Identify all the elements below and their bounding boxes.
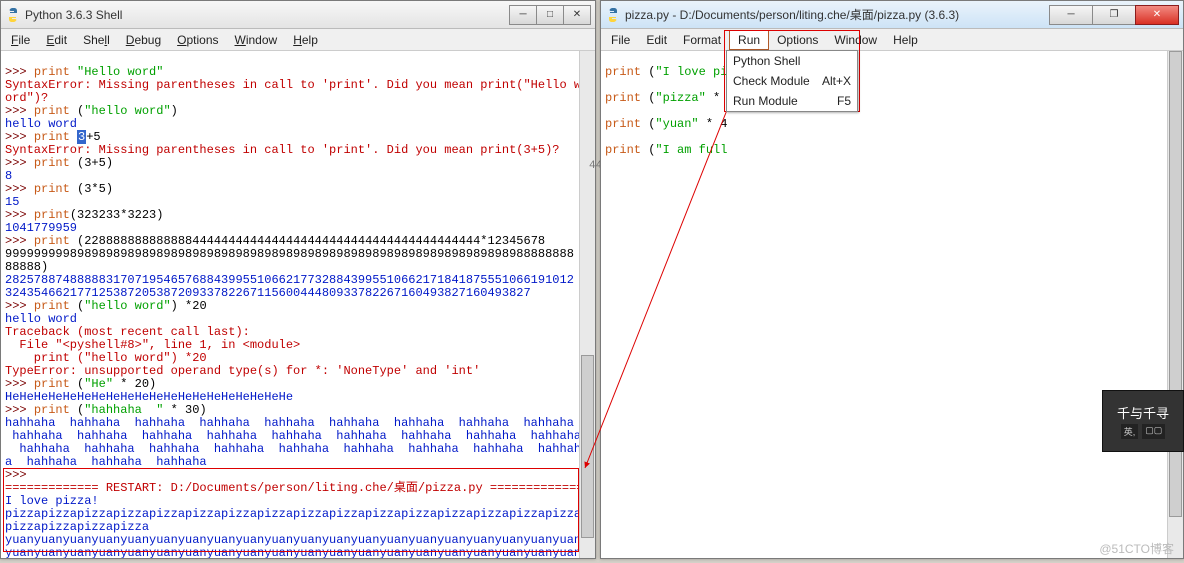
menu-file[interactable]: File xyxy=(3,31,38,49)
run-dropdown: Python Shell Check ModuleAlt+X Run Modul… xyxy=(726,50,858,112)
menu-file[interactable]: File xyxy=(603,31,638,49)
editor-title: pizza.py - D:/Documents/person/liting.ch… xyxy=(625,6,959,23)
editor-content[interactable]: print ("I love pi print ("pizza" * print… xyxy=(601,51,1183,558)
menu-window[interactable]: Window xyxy=(826,31,885,49)
dropdown-run-module[interactable]: Run ModuleF5 xyxy=(727,91,857,111)
python-icon xyxy=(605,7,621,23)
menu-options[interactable]: Options xyxy=(169,31,226,49)
editor-window: pizza.py - D:/Documents/person/liting.ch… xyxy=(600,0,1184,559)
ad-title: 千与千寻 xyxy=(1117,403,1169,422)
menu-window[interactable]: Window xyxy=(227,31,286,49)
dropdown-python-shell[interactable]: Python Shell xyxy=(727,51,857,71)
menu-run[interactable]: Run xyxy=(729,30,769,50)
shell-title: Python 3.6.3 Shell xyxy=(25,8,122,22)
menu-edit[interactable]: Edit xyxy=(638,31,675,49)
maximize-button[interactable]: □ xyxy=(536,5,564,25)
editor-titlebar[interactable]: pizza.py - D:/Documents/person/liting.ch… xyxy=(601,1,1183,29)
restore-button[interactable]: ❐ xyxy=(1092,5,1136,25)
menu-shell[interactable]: Shell xyxy=(75,31,118,49)
prompt: >>> xyxy=(5,65,34,79)
shell-window: Python 3.6.3 Shell ─ □ ✕ File Edit Shell… xyxy=(0,0,596,559)
menu-format[interactable]: Format xyxy=(675,31,729,49)
dropdown-check-module[interactable]: Check ModuleAlt+X xyxy=(727,71,857,91)
watermark: @51CTO博客 xyxy=(1099,540,1174,557)
editor-scrollbar[interactable] xyxy=(1167,51,1183,558)
ad-sub: 英,▢▢ xyxy=(1121,424,1166,439)
menu-help[interactable]: Help xyxy=(885,31,926,49)
shell-titlebar[interactable]: Python 3.6.3 Shell ─ □ ✕ xyxy=(1,1,595,29)
python-icon xyxy=(5,7,21,23)
editor-window-buttons: ─ ❐ ✕ xyxy=(1050,5,1179,25)
minimize-button[interactable]: ─ xyxy=(509,5,537,25)
close-button[interactable]: ✕ xyxy=(563,5,591,25)
shell-content[interactable]: >>> print "Hello word" SyntaxError: Miss… xyxy=(1,51,595,558)
close-button[interactable]: ✕ xyxy=(1135,5,1179,25)
shell-menubar: File Edit Shell Debug Options Window Hel… xyxy=(1,29,595,51)
minimize-button[interactable]: ─ xyxy=(1049,5,1093,25)
editor-menubar: File Edit Format Run Options Window Help xyxy=(601,29,1183,51)
menu-options[interactable]: Options xyxy=(769,31,826,49)
menu-edit[interactable]: Edit xyxy=(38,31,75,49)
ad-banner[interactable]: 千与千寻 英,▢▢ xyxy=(1102,390,1184,452)
scrollbar-thumb[interactable] xyxy=(581,355,594,538)
menu-debug[interactable]: Debug xyxy=(118,31,169,49)
shell-scrollbar[interactable] xyxy=(579,51,595,558)
shell-window-buttons: ─ □ ✕ xyxy=(510,5,591,25)
text-selection: 3 xyxy=(77,130,86,144)
menu-help[interactable]: Help xyxy=(285,31,326,49)
